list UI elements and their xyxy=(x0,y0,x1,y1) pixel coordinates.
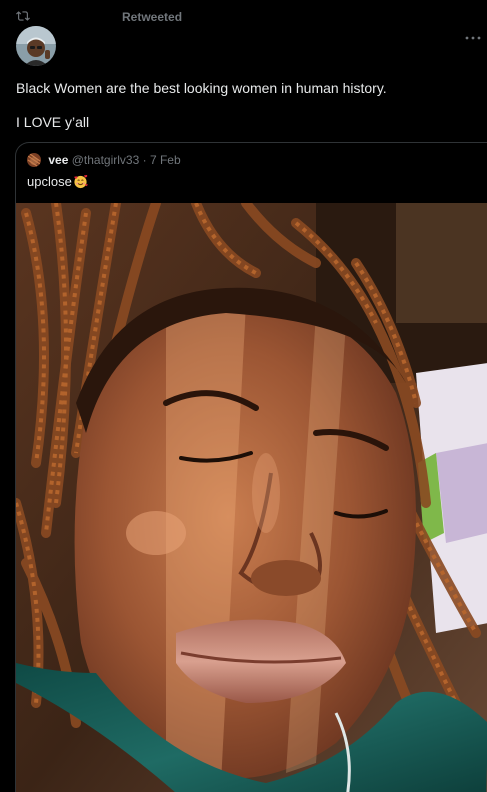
selfie-photo-illustration xyxy=(16,203,487,792)
quoted-tweet-text-row: upclose xyxy=(27,174,88,189)
tweet-page: Retweeted Black Women are the best looki… xyxy=(0,0,487,792)
tweet-text-line: Black Women are the best looking women i… xyxy=(16,80,387,96)
quoted-tweet-text: upclose xyxy=(27,174,72,189)
author-avatar[interactable] xyxy=(16,26,56,66)
quoted-tweet-header: vee @thatgirlv33 · 7 Feb xyxy=(27,152,181,168)
retweet-label: Retweeted xyxy=(122,10,183,24)
quoted-tweet-card[interactable]: vee @thatgirlv33 · 7 Feb upclose xyxy=(15,142,487,792)
more-options-button[interactable] xyxy=(461,30,485,46)
retweet-context[interactable]: Retweeted xyxy=(16,9,316,25)
quoted-author-name[interactable]: vee xyxy=(48,153,68,167)
more-horizontal-icon xyxy=(465,36,481,40)
quoted-author-handle[interactable]: @thatgirlv33 xyxy=(72,153,140,167)
avatar-image xyxy=(16,26,56,66)
quoted-tweet-photo[interactable] xyxy=(16,203,487,792)
retweet-icon xyxy=(16,11,30,21)
quoted-author-avatar[interactable] xyxy=(27,152,41,167)
header-separator: · xyxy=(142,152,147,167)
quoted-tweet-date[interactable]: 7 Feb xyxy=(150,153,181,167)
quoted-avatar-image xyxy=(27,152,41,167)
tweet-text-line: I LOVE y’all xyxy=(16,114,90,130)
smiling-face-with-hearts-emoji xyxy=(74,174,88,189)
